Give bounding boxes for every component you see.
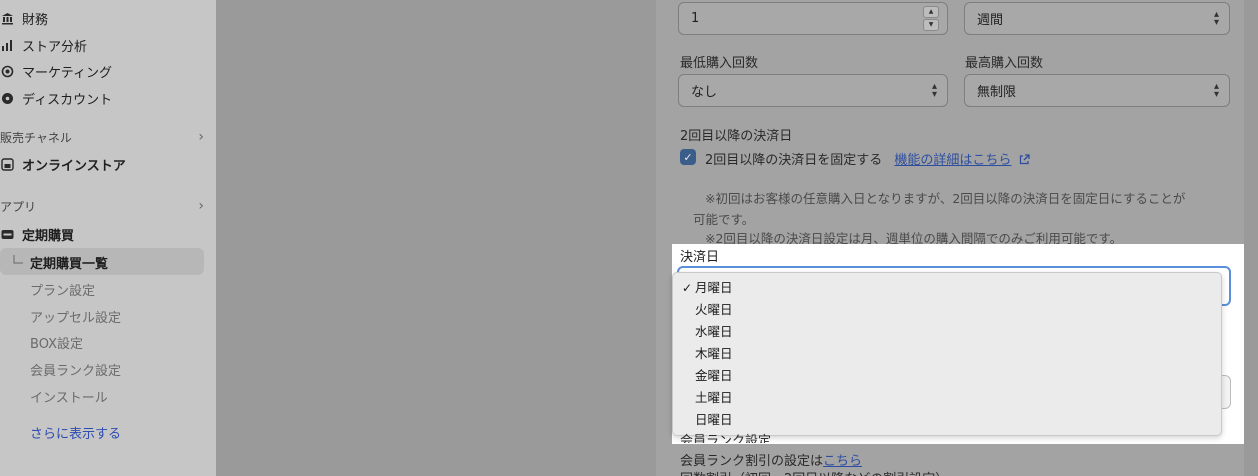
option-thursday[interactable]: 木曜日 (673, 343, 1221, 365)
chevron-right-icon: › (198, 129, 204, 145)
sidebar-section-sales-channel[interactable]: 販売チャネル › (0, 127, 204, 147)
section-label: アプリ (0, 199, 37, 214)
sidebar-subitem-upsell[interactable]: アップセル設定 (30, 307, 121, 326)
interval-number-input[interactable]: 1 ▲ ▼ (678, 2, 948, 35)
min-purchases-label: 最低購入回数 (680, 56, 759, 71)
store-icon (0, 157, 14, 171)
payment-day-label: 決済日 (680, 250, 720, 265)
checkmark-icon: ✓ (682, 281, 693, 295)
target-icon (0, 64, 14, 78)
note-line-2: 可能です。 (693, 212, 755, 227)
member-rank-row: 会員ランク割引の設定はこちら (680, 450, 862, 469)
tree-branch-icon (12, 255, 24, 269)
member-rank-text: 会員ランク割引の設定は (680, 454, 824, 469)
member-rank-heading: 会員ランク設定 (680, 434, 772, 443)
option-sunday[interactable]: 日曜日 (673, 409, 1221, 431)
section-label: 販売チャネル (0, 130, 72, 145)
option-tuesday[interactable]: 火曜日 (673, 299, 1221, 321)
sidebar-subitem-box[interactable]: BOX設定 (30, 333, 83, 352)
count-discount-text: 回数割引（初回・2回目以降などの割引設定） (680, 468, 948, 476)
app-icon (0, 227, 14, 241)
option-monday[interactable]: ✓ 月曜日 (673, 277, 1221, 299)
discount-gear-icon (0, 91, 14, 105)
sidebar-item-subscription-app[interactable]: 定期購買 (0, 222, 74, 246)
option-saturday[interactable]: 土曜日 (673, 387, 1221, 409)
min-purchases-value: なし (691, 85, 718, 100)
sidebar: 財務 ストア分析 マーケティング ディスカウント 販売チャネル › オンラインス… (0, 0, 216, 476)
bank-icon (0, 11, 14, 25)
stepper-up-icon[interactable]: ▲ (923, 6, 939, 18)
external-link-icon[interactable] (1019, 154, 1030, 169)
select-caret-icon: ▴ ▾ (1213, 9, 1219, 28)
option-label: 月曜日 (695, 280, 733, 295)
chevron-right-icon: › (198, 198, 204, 214)
fix-payment-date-checkbox[interactable]: ✓ (680, 149, 696, 165)
sidebar-item-online-store[interactable]: オンラインストア (0, 152, 126, 176)
sidebar-item-analytics[interactable]: ストア分析 (0, 33, 87, 57)
option-friday[interactable]: 金曜日 (673, 365, 1221, 387)
sidebar-section-apps[interactable]: アプリ › (0, 196, 204, 216)
sidebar-item-marketing[interactable]: マーケティング (0, 59, 112, 83)
bar-chart-icon (0, 38, 14, 52)
show-more-link[interactable]: さらに表示する (30, 423, 121, 442)
sidebar-subitem-member-rank[interactable]: 会員ランク設定 (30, 360, 121, 379)
sidebar-item-label: 財務 (22, 12, 49, 28)
sidebar-item-label: ディスカウント (22, 92, 113, 108)
max-purchases-value: 無制限 (977, 85, 1017, 100)
number-stepper[interactable]: ▲ ▼ (923, 6, 939, 31)
sidebar-item-label: オンラインストア (22, 158, 126, 174)
interval-value: 1 (691, 11, 700, 26)
max-purchases-label: 最高購入回数 (965, 56, 1044, 71)
stepper-down-icon[interactable]: ▼ (923, 19, 939, 31)
payment-day-dropdown[interactable]: ✓ 月曜日 火曜日 水曜日 木曜日 金曜日 土曜日 日曜日 (672, 272, 1222, 436)
sidebar-item-label: マーケティング (22, 65, 112, 81)
fix-checkbox-label: 2回目以降の決済日を固定する (705, 153, 883, 168)
sidebar-subitem-install[interactable]: インストール (30, 387, 108, 406)
option-wednesday[interactable]: 水曜日 (673, 321, 1221, 343)
sidebar-item-subscription-list[interactable]: 定期購買一覧 (12, 250, 108, 274)
sidebar-item-label: 定期購買 (22, 228, 75, 244)
sidebar-item-finance[interactable]: 財務 (0, 6, 48, 30)
max-purchases-select[interactable]: 無制限 ▴ ▾ (964, 74, 1230, 107)
second-payment-heading: 2回目以降の決済日 (680, 129, 793, 144)
fix-payment-date-row: 2回目以降の決済日を固定する 機能の詳細はこちら (705, 149, 1030, 169)
sidebar-subitem-plan[interactable]: プラン設定 (30, 280, 95, 299)
details-link[interactable]: 機能の詳細はこちら (894, 153, 1011, 168)
sidebar-item-discount[interactable]: ディスカウント (0, 86, 112, 110)
interval-unit-value: 週間 (977, 13, 1004, 28)
select-caret-icon: ▴ ▾ (1213, 81, 1219, 100)
min-purchases-select[interactable]: なし ▴ ▾ (678, 74, 948, 107)
interval-unit-select[interactable]: 週間 ▴ ▾ (964, 2, 1230, 35)
note-line-1: ※初回はお客様の任意購入日となりますが、2回目以降の決済日を固定日にすることが (705, 191, 1186, 206)
select-caret-icon: ▴ ▾ (931, 81, 937, 100)
member-rank-link[interactable]: こちら (823, 454, 862, 469)
sidebar-item-label: 定期購買一覧 (30, 256, 109, 272)
sidebar-item-label: ストア分析 (22, 39, 88, 55)
